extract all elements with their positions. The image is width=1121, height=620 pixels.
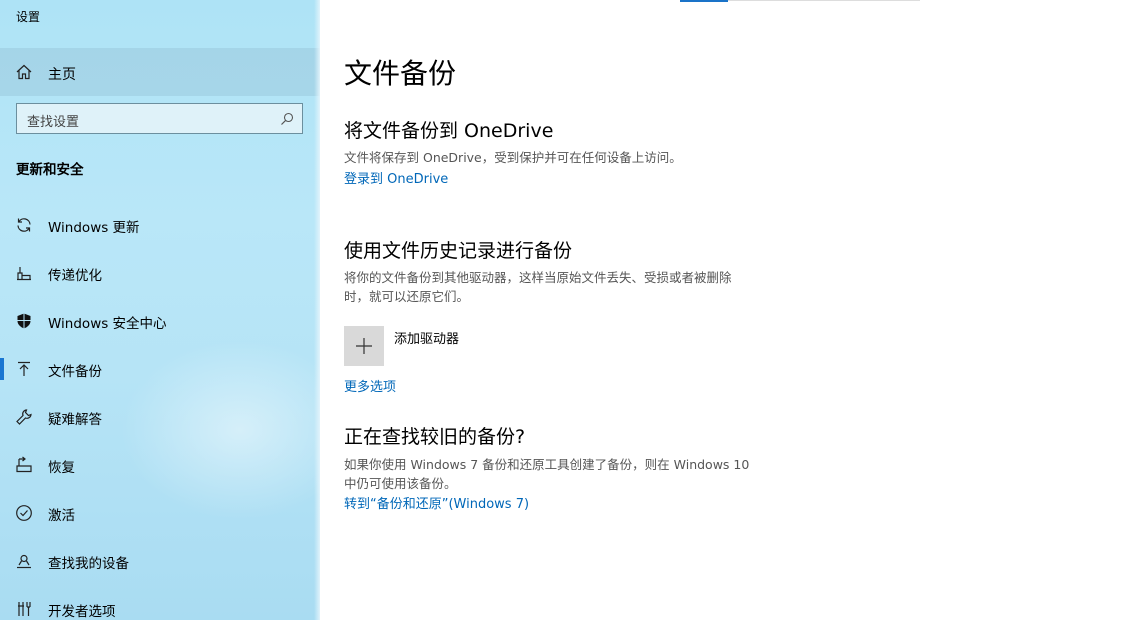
older-backup-description-line2: 中仍可使用该备份。 bbox=[344, 476, 457, 491]
sidebar-item-label: 开发者选项 bbox=[48, 604, 116, 620]
sidebar-item-delivery-optimization[interactable]: 传递优化 bbox=[0, 249, 320, 297]
sign-in-onedrive-link[interactable]: 登录到 OneDrive bbox=[344, 168, 448, 187]
check-circle-icon bbox=[15, 504, 33, 522]
sidebar-item-label: 传递优化 bbox=[48, 268, 102, 284]
sidebar-item-label: 恢复 bbox=[48, 460, 75, 476]
sidebar-item-developer-options[interactable]: 开发者选项 bbox=[0, 585, 320, 620]
add-drive-button[interactable] bbox=[344, 326, 384, 366]
sidebar-item-label: 文件备份 bbox=[48, 364, 102, 380]
sidebar-item-label: 激活 bbox=[48, 508, 75, 524]
backup-restore-link[interactable]: 转到“备份和还原”(Windows 7) bbox=[344, 493, 529, 512]
scroll-indicator-accent bbox=[680, 0, 728, 2]
sidebar-item-label: 查找我的设备 bbox=[48, 556, 129, 572]
sidebar-item-activation[interactable]: 激活 bbox=[0, 489, 320, 537]
sidebar: 设置 主页 查找设置 更新和安全 Windows 更新 传递优化 Windows… bbox=[0, 0, 320, 620]
sidebar-item-file-backup[interactable]: 文件备份 bbox=[0, 345, 320, 393]
recovery-icon bbox=[15, 456, 33, 474]
file-history-heading: 使用文件历史记录进行备份 bbox=[344, 240, 573, 262]
sidebar-item-label: 主页 bbox=[48, 67, 76, 83]
sidebar-item-home[interactable]: 主页 bbox=[0, 48, 320, 96]
sidebar-item-label: Windows 更新 bbox=[48, 220, 140, 236]
onedrive-heading: 将文件备份到 OneDrive bbox=[344, 120, 554, 142]
sidebar-item-troubleshoot[interactable]: 疑难解答 bbox=[0, 393, 320, 441]
find-device-icon bbox=[15, 552, 33, 570]
main-content: 文件备份 将文件备份到 OneDrive 文件将保存到 OneDrive，受到保… bbox=[320, 0, 1121, 620]
sidebar-item-windows-update[interactable]: Windows 更新 bbox=[0, 201, 320, 249]
onedrive-description: 文件将保存到 OneDrive，受到保护并可在任何设备上访问。 bbox=[344, 150, 682, 165]
refresh-icon bbox=[15, 216, 33, 234]
sidebar-item-recovery[interactable]: 恢复 bbox=[0, 441, 320, 489]
search-icon[interactable] bbox=[280, 111, 294, 125]
sidebar-item-label: 疑难解答 bbox=[48, 412, 102, 428]
delivery-optimization-icon bbox=[15, 264, 33, 282]
shield-icon bbox=[15, 312, 33, 330]
more-options-link[interactable]: 更多选项 bbox=[344, 376, 396, 395]
page-title: 文件备份 bbox=[344, 57, 457, 90]
home-icon bbox=[15, 63, 33, 81]
file-history-description-line1: 将你的文件备份到其他驱动器，这样当原始文件丢失、受损或者被删除 bbox=[344, 270, 732, 285]
wrench-icon bbox=[15, 408, 33, 426]
section-title: 更新和安全 bbox=[16, 162, 84, 178]
older-backup-heading: 正在查找较旧的备份? bbox=[344, 426, 526, 448]
sidebar-item-label: Windows 安全中心 bbox=[48, 316, 167, 332]
app-title: 设置 bbox=[16, 10, 41, 24]
search-placeholder: 查找设置 bbox=[27, 115, 80, 130]
sidebar-item-windows-security[interactable]: Windows 安全中心 bbox=[0, 297, 320, 345]
scroll-indicator-track bbox=[728, 0, 920, 1]
plus-icon bbox=[354, 336, 374, 356]
add-drive-label[interactable]: 添加驱动器 bbox=[394, 328, 459, 347]
developer-tools-icon bbox=[15, 600, 33, 618]
sidebar-item-find-my-device[interactable]: 查找我的设备 bbox=[0, 537, 320, 585]
older-backup-description-line1: 如果你使用 Windows 7 备份和还原工具创建了备份，则在 Windows … bbox=[344, 457, 750, 472]
backup-arrow-icon bbox=[15, 360, 33, 378]
file-history-description-line2: 时，就可以还原它们。 bbox=[344, 289, 470, 304]
search-input[interactable]: 查找设置 bbox=[16, 103, 303, 134]
